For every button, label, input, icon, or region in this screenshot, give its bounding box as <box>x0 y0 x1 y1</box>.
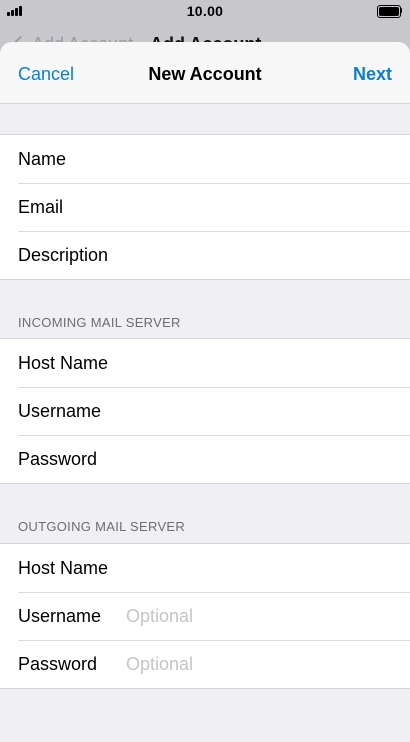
incoming-section-header: INCOMING MAIL SERVER <box>18 315 181 330</box>
incoming-server-group: Host Name Username Password <box>0 338 410 484</box>
incoming-password-label: Password <box>18 448 98 469</box>
name-field[interactable] <box>126 144 410 174</box>
outgoing-host-label: Host Name <box>18 557 109 578</box>
incoming-host-row[interactable]: Host Name <box>0 339 410 387</box>
incoming-username-label: Username <box>18 400 102 421</box>
outgoing-host-field[interactable] <box>126 553 410 583</box>
incoming-username-field[interactable] <box>126 396 410 426</box>
outgoing-host-row[interactable]: Host Name <box>0 544 410 592</box>
status-bar: 10.00 <box>0 0 410 22</box>
description-label: Description <box>18 244 109 265</box>
incoming-host-label: Host Name <box>18 352 109 373</box>
new-account-sheet: Cancel New Account Next Name Email Descr… <box>0 42 410 742</box>
outgoing-server-group: Host Name Username Password <box>0 543 410 689</box>
outgoing-username-field[interactable] <box>126 601 410 631</box>
outgoing-username-row[interactable]: Username <box>0 592 410 640</box>
description-field[interactable] <box>126 240 410 270</box>
sheet-nav-bar: Cancel New Account Next <box>0 42 410 104</box>
battery-full-icon <box>377 5 402 18</box>
incoming-password-field[interactable] <box>126 444 410 474</box>
next-button[interactable]: Next <box>353 64 392 85</box>
incoming-password-row[interactable]: Password <box>0 435 410 483</box>
incoming-host-field[interactable] <box>126 348 410 378</box>
account-info-group: Name Email Description <box>0 134 410 280</box>
email-label: Email <box>18 196 64 217</box>
description-row[interactable]: Description <box>0 231 410 279</box>
incoming-username-row[interactable]: Username <box>0 387 410 435</box>
name-label: Name <box>18 148 67 169</box>
email-field[interactable] <box>126 192 410 222</box>
outgoing-password-field[interactable] <box>126 649 410 679</box>
status-time: 10.00 <box>186 3 224 19</box>
outgoing-section-header: OUTGOING MAIL SERVER <box>18 519 186 534</box>
email-row[interactable]: Email <box>0 183 410 231</box>
name-row[interactable]: Name <box>0 135 410 183</box>
outgoing-username-label: Username <box>18 605 102 626</box>
page-title: New Account <box>148 64 262 84</box>
outgoing-password-row[interactable]: Password <box>0 640 410 688</box>
outgoing-password-label: Password <box>18 653 98 674</box>
